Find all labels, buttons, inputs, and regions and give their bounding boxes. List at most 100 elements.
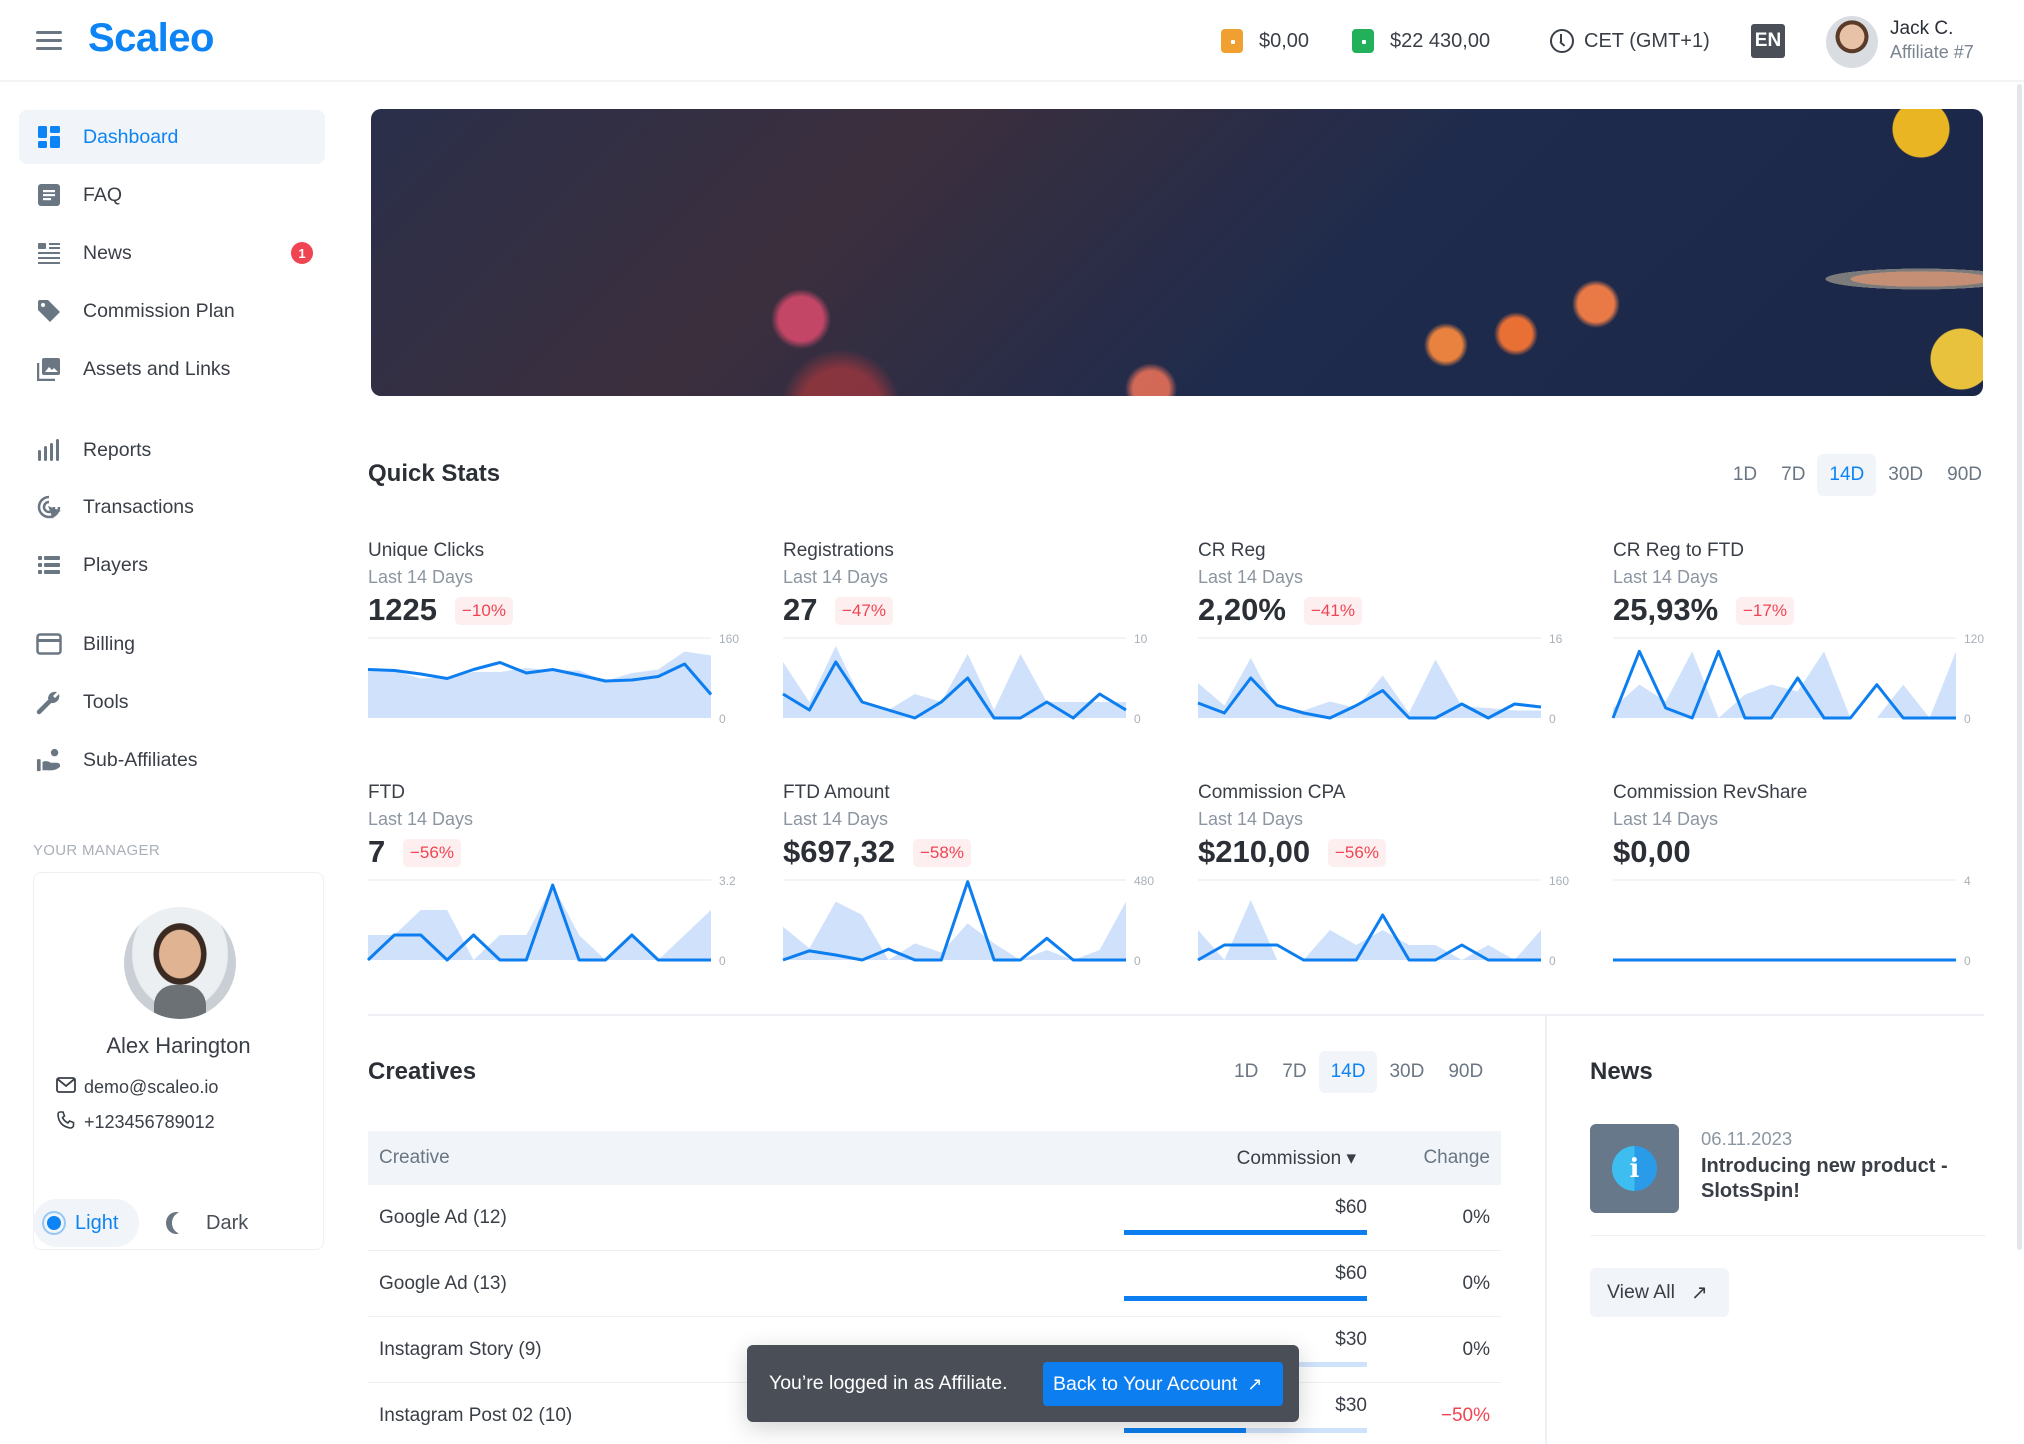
pending-balance-value: $0,00 (1259, 29, 1310, 52)
stat-card-commission-revshare: Commission RevShare Last 14 Days $0,00 4 0 (1613, 782, 1993, 1012)
creatives-range-14d[interactable]: 14D (1318, 1051, 1378, 1093)
creative-name[interactable]: Instagram Story (9) (379, 1339, 542, 1361)
sparkline-previous-area (368, 651, 711, 718)
logo[interactable]: Scaleo (88, 16, 214, 61)
creatives-range-90d[interactable]: 90D (1436, 1051, 1495, 1093)
stat-value: 27 (783, 592, 818, 627)
sidebar-item-label: Reports (83, 438, 152, 461)
sidebar-item-assets-and-links[interactable]: Assets and Links (19, 342, 325, 396)
available-balance[interactable]: $22 430,00 (1352, 26, 1490, 56)
column-header-change[interactable]: Change (1423, 1147, 1490, 1169)
quick-stats-title: Quick Stats (368, 460, 501, 487)
stat-delta-badge: −58% (913, 839, 971, 867)
sidebar-item-tools[interactable]: Tools (19, 675, 325, 729)
sidebar-item-commission-plan[interactable]: Commission Plan (19, 284, 325, 338)
sparkline-ymax-label: 120 (1964, 632, 1984, 646)
manager-avatar (124, 907, 236, 1019)
theme-dark-button[interactable]: Dark (164, 1199, 248, 1247)
stat-card-cr-reg: CR Reg Last 14 Days 2,20% −41% 16 0 (1197, 540, 1578, 770)
stat-name: Unique Clicks (368, 540, 485, 561)
promo-banner[interactable] (371, 109, 1983, 396)
timezone-selector[interactable]: CET (GMT+1) (1550, 26, 1710, 56)
pending-balance[interactable]: $0,00 (1221, 26, 1309, 56)
toast-message: You’re logged in as Affiliate. (769, 1372, 1008, 1394)
column-header-creative[interactable]: Creative (379, 1147, 450, 1169)
sidebar-item-dashboard[interactable]: Dashboard (19, 110, 325, 164)
theme-light-label: Light (75, 1211, 119, 1234)
stat-delta-badge: −56% (403, 839, 461, 867)
quick-stats-range-7d[interactable]: 7D (1769, 454, 1817, 496)
sidebar-item-players[interactable]: Players (19, 538, 325, 592)
stat-name: CR Reg (1198, 540, 1266, 561)
table-row[interactable]: Google Ad (12) $60 0% (368, 1185, 1501, 1251)
sparkline-previous-area (1198, 658, 1541, 718)
sparkline-ymax-label: 16 (1549, 632, 1563, 646)
creative-name[interactable]: Google Ad (12) (379, 1207, 507, 1229)
sidebar-item-label: Assets and Links (83, 357, 231, 380)
quick-stats-range-14d[interactable]: 14D (1817, 454, 1877, 496)
sparkline-ymin-label: 0 (1549, 712, 1556, 726)
user-name[interactable]: Jack C. (1890, 18, 1953, 40)
sidebar-item-faq[interactable]: FAQ (19, 168, 325, 222)
menu-toggle-icon[interactable] (36, 31, 62, 51)
creative-name[interactable]: Instagram Post 02 (10) (379, 1405, 572, 1427)
available-balance-value: $22 430,00 (1390, 29, 1491, 52)
commission-bar-fill (1124, 1296, 1367, 1301)
stat-card-ftd-amount: FTD Amount Last 14 Days $697,32 −58% 480 0 (782, 782, 1163, 1012)
sidebar-item-label: Players (83, 553, 149, 576)
stat-name: CR Reg to FTD (1613, 540, 1744, 561)
sparkline-chart: 480 0 (782, 874, 1154, 968)
view-all-news-button[interactable]: View All ↗ (1590, 1268, 1729, 1317)
newspaper-icon (36, 240, 62, 266)
table-header: Creative Commission ▾ Change (368, 1131, 1501, 1185)
user-avatar[interactable] (1826, 16, 1878, 68)
sidebar-item-billing[interactable]: Billing (19, 617, 325, 671)
manager-email[interactable]: demo@scaleo.io (56, 1077, 218, 1098)
stat-value: $697,32 (783, 834, 896, 869)
news-unread-badge: 1 (291, 242, 313, 264)
sidebar-item-label: Billing (83, 632, 136, 655)
sparkline-ymin-label: 0 (1964, 712, 1971, 726)
manager-phone[interactable]: +123456789012 (56, 1110, 215, 1135)
view-all-label: View All (1607, 1281, 1675, 1303)
sidebar-item-sub-affiliates[interactable]: Sub-Affiliates (19, 733, 325, 787)
back-to-account-button[interactable]: Back to Your Account ↗ (1043, 1362, 1283, 1406)
language-selector[interactable]: EN (1751, 24, 1785, 58)
commission-bar-fill (1124, 1230, 1367, 1235)
wallet-icon (1352, 29, 1374, 53)
sidebar-item-reports[interactable]: Reports (19, 423, 325, 477)
sparkline-ymax-label: 10 (1134, 632, 1148, 646)
sparkline-chart: 120 0 (1611, 632, 1984, 726)
creatives-range-1d[interactable]: 1D (1222, 1051, 1270, 1093)
quick-stats-range-30d[interactable]: 30D (1876, 454, 1935, 496)
stat-name: FTD (368, 782, 405, 803)
theme-light-button[interactable]: Light (33, 1199, 139, 1247)
page-scrollbar[interactable] (2017, 84, 2022, 1250)
stat-value: 7 (368, 834, 386, 869)
sparkline-chart: 3.20 (366, 874, 736, 968)
quick-stats-range-1d[interactable]: 1D (1721, 454, 1769, 496)
creative-name[interactable]: Google Ad (13) (379, 1273, 507, 1295)
news-thumbnail: i (1590, 1124, 1679, 1213)
stat-period: Last 14 Days (1613, 809, 1719, 829)
sidebar-item-transactions[interactable]: Transactions (19, 480, 325, 534)
creatives-range-7d[interactable]: 7D (1270, 1051, 1318, 1093)
change-value: 0% (1462, 1273, 1490, 1294)
sparkline-ymax-label: 3.2 (719, 874, 736, 888)
sparkline-chart: 1600 (1197, 874, 1569, 968)
column-header-commission[interactable]: Commission ▾ (1237, 1147, 1356, 1170)
arrow-up-right-icon: ↗ (1247, 1373, 1263, 1394)
stat-name: FTD Amount (783, 782, 890, 803)
sparkline-ymax-label: 160 (1549, 874, 1569, 888)
sparkline-chart: 16 0 (1197, 632, 1563, 726)
sidebar-item-news[interactable]: News 1 (19, 226, 325, 280)
back-to-account-label: Back to Your Account (1053, 1372, 1238, 1395)
table-row[interactable]: Google Ad (13) $60 0% (368, 1251, 1501, 1317)
stat-name: Commission RevShare (1613, 782, 1808, 803)
stat-card-ftd: FTD Last 14 Days 7 −56% 3.2 0 (366, 782, 748, 1012)
news-item[interactable]: i 06.11.2023 Introducing new product - S… (1590, 1124, 1986, 1236)
commission-bar (1124, 1296, 1367, 1301)
creatives-range-30d[interactable]: 30D (1377, 1051, 1436, 1093)
quick-stats-range-90d[interactable]: 90D (1935, 454, 1994, 496)
sparkline-previous-area (1198, 900, 1541, 960)
